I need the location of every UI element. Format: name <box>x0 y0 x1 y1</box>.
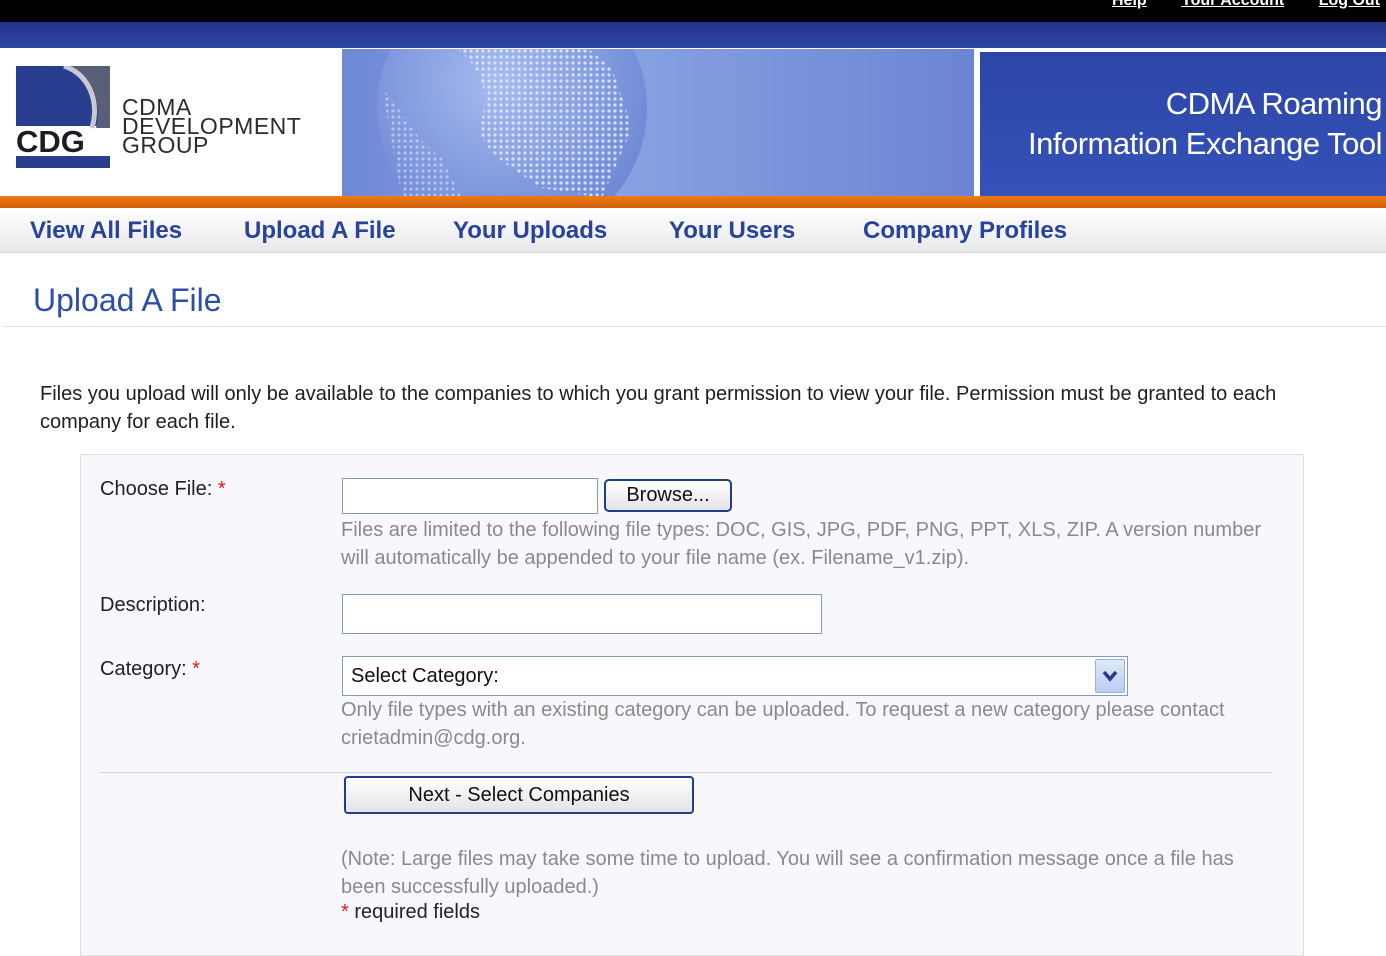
nav-your-users[interactable]: Your Users <box>669 217 795 245</box>
form-divider <box>100 772 1272 773</box>
required-star: * <box>341 901 349 923</box>
chevron-down-icon[interactable] <box>1095 659 1125 693</box>
help-link[interactable]: Help <box>1112 0 1147 11</box>
required-star: * <box>192 658 201 680</box>
your-account-link[interactable]: Your Account <box>1181 0 1284 11</box>
header-top-band <box>0 22 1386 48</box>
nav-your-uploads[interactable]: Your Uploads <box>453 217 607 245</box>
required-fields-text: required fields <box>354 901 480 923</box>
cdg-logo-icon: CDG <box>16 66 110 168</box>
nav-company-profiles[interactable]: Company Profiles <box>863 217 1067 245</box>
title-divider <box>2 326 1386 327</box>
app-title-line-2: Information Exchange Tool <box>1028 126 1383 161</box>
category-select[interactable]: Select Category: <box>342 656 1128 696</box>
required-star: * <box>217 478 226 500</box>
description-input[interactable] <box>342 594 822 634</box>
browse-button[interactable]: Browse... <box>604 479 732 512</box>
next-select-companies-button[interactable]: Next - Select Companies <box>344 776 694 814</box>
intro-text: Files you upload will only be available … <box>40 383 1277 433</box>
category-label-text: Category: <box>100 658 187 680</box>
upload-note: (Note: Large files may take some time to… <box>341 848 1234 898</box>
site-header: CDG CDMA DEVELOPMENT GROUP CDMA Roaming … <box>0 48 1386 198</box>
category-help: Only file types with an existing categor… <box>341 699 1225 749</box>
top-links: Help Your Account Log Out <box>1082 0 1380 14</box>
nav-upload-a-file[interactable]: Upload A File <box>244 217 396 245</box>
choose-file-label: Choose File: * <box>100 478 226 501</box>
log-out-link[interactable]: Log Out <box>1319 0 1380 11</box>
description-label: Description: <box>100 594 206 616</box>
choose-file-label-text: Choose File: <box>100 478 213 500</box>
page-title: Upload A File <box>33 282 222 318</box>
required-fields-note: * required fields <box>341 901 480 924</box>
logo-wordmark: CDMA DEVELOPMENT GROUP <box>122 96 301 157</box>
category-label: Category: * <box>100 658 200 681</box>
header-divider <box>0 196 1386 208</box>
nav-view-all-files[interactable]: View All Files <box>30 217 182 245</box>
file-path-input[interactable] <box>342 478 598 514</box>
app-title-line-1: CDMA Roaming <box>1165 86 1383 121</box>
app-title-panel: CDMA Roaming Information Exchange Tool <box>980 52 1386 196</box>
globe-icon <box>342 48 974 196</box>
globe-banner <box>342 48 974 196</box>
top-bar: Help Your Account Log Out <box>0 0 1386 22</box>
file-type-help: Files are limited to the following file … <box>341 519 1261 569</box>
category-select-value: Select Category: <box>351 665 499 687</box>
main-nav: View All Files Upload A File Your Upload… <box>0 208 1386 253</box>
cdg-logo[interactable]: CDG CDMA DEVELOPMENT GROUP <box>2 48 342 196</box>
svg-text:CDG: CDG <box>16 124 85 159</box>
